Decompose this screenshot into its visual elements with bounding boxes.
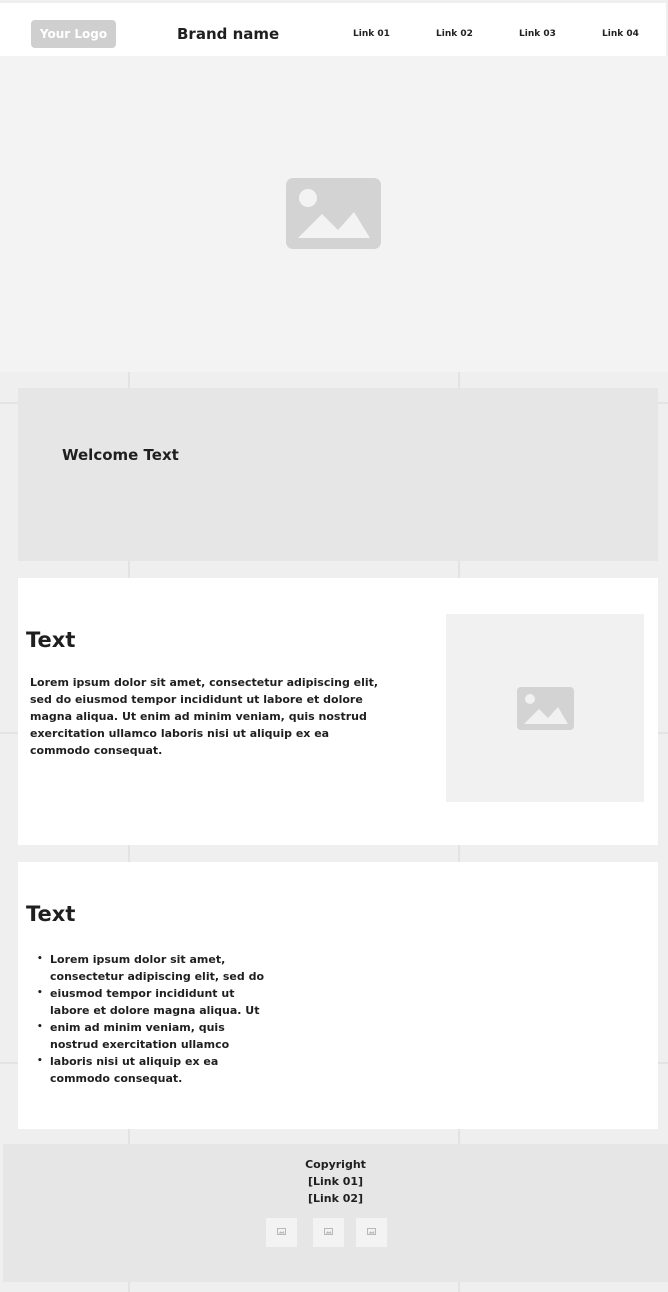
image-icon <box>324 1228 333 1235</box>
text-list-section: Text Lorem ipsum dolor sit amet, consect… <box>18 862 658 1129</box>
site-footer: Copyright [Link 01] [Link 02] <box>3 1144 668 1282</box>
list-item: eiusmod tempor incididunt ut labore et d… <box>34 985 264 1019</box>
section-paragraph: Lorem ipsum dolor sit amet, consectetur … <box>30 676 379 757</box>
copyright-text: Copyright <box>305 1158 366 1171</box>
social-icon-button[interactable] <box>356 1218 387 1247</box>
brand-name: Brand name <box>177 25 280 43</box>
nav-link-03[interactable]: Link 03 <box>519 28 556 40</box>
bullet-list: Lorem ipsum dolor sit amet, consectetur … <box>34 951 264 1087</box>
welcome-text: Welcome Text <box>62 446 179 464</box>
social-icon-button[interactable] <box>313 1218 344 1247</box>
footer-link-01[interactable]: [Link 01] <box>3 1173 668 1190</box>
nav-link-01[interactable]: Link 01 <box>353 28 390 40</box>
section-title: Text <box>26 902 76 926</box>
nav-link-02[interactable]: Link 02 <box>436 28 473 40</box>
welcome-section: Welcome Text <box>18 388 658 561</box>
image-icon <box>277 1228 286 1235</box>
list-item: enim ad minim veniam, quis nostrud exerc… <box>34 1019 264 1053</box>
nav-link-04[interactable]: Link 04 <box>602 28 639 40</box>
social-icons <box>266 1218 388 1247</box>
site-header: Your Logo Brand name Link 01 Link 02 Lin… <box>0 3 666 56</box>
list-item: Lorem ipsum dolor sit amet, consectetur … <box>34 951 264 985</box>
image-placeholder <box>446 614 644 802</box>
logo[interactable]: Your Logo <box>31 20 116 48</box>
text-image-section: Text Lorem ipsum dolor sit amet, consect… <box>18 578 658 845</box>
image-placeholder-icon <box>517 687 574 730</box>
list-item: laboris nisi ut aliquip ex ea commodo co… <box>34 1053 264 1087</box>
footer-link-02[interactable]: [Link 02] <box>3 1190 668 1207</box>
section-title: Text <box>26 628 76 652</box>
social-icon-button[interactable] <box>266 1218 297 1247</box>
image-icon <box>367 1228 376 1235</box>
image-placeholder-icon <box>286 178 381 249</box>
hero-banner <box>0 56 668 372</box>
